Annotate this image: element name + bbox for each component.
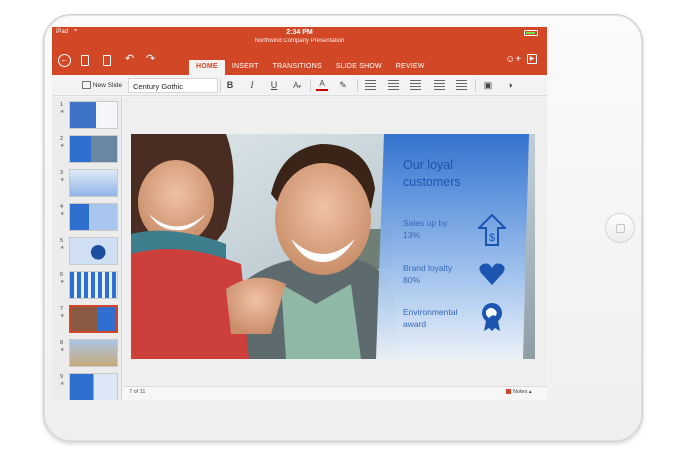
svg-text:$: $	[489, 232, 495, 244]
tab-transitions[interactable]: TRANSITIONS	[266, 60, 329, 75]
home-toolbar: New Slide Century Gothic B I U A▾ A ✎ ▣ …	[52, 75, 547, 96]
slide-canvas: Our loyal customers Sales up by 13% $ Br…	[123, 97, 547, 386]
save-icon[interactable]	[103, 55, 111, 66]
tab-home[interactable]: HOME	[189, 60, 225, 75]
slide-thumbnail[interactable]: 7 ★	[56, 305, 121, 336]
transition-star-icon: ★	[60, 347, 65, 353]
slide-title-line1: Our loyal	[403, 158, 454, 172]
notes-button[interactable]: Notes ▴	[506, 389, 532, 395]
thumbnail-image[interactable]	[69, 305, 118, 333]
transition-star-icon: ★	[60, 109, 65, 115]
slide-photo	[131, 134, 535, 359]
transition-star-icon: ★	[60, 143, 65, 149]
thumbnail-image[interactable]	[69, 373, 118, 400]
bold-button[interactable]: B	[224, 78, 236, 93]
thumbnail-image[interactable]	[69, 237, 118, 265]
tab-slide-show[interactable]: SLIDE SHOW	[329, 60, 389, 75]
notes-label: Notes	[513, 389, 528, 395]
thumbnail-number: 3	[60, 170, 64, 176]
thumbnail-image[interactable]	[69, 339, 118, 367]
home-button[interactable]	[605, 213, 635, 243]
transition-star-icon: ★	[60, 245, 65, 251]
highlight-pen-icon[interactable]: ✎	[337, 78, 349, 93]
toolbar-divider	[357, 79, 358, 92]
align-left-icon[interactable]	[365, 80, 376, 90]
stat-sales-label: Sales up by	[403, 218, 448, 228]
stage: iPad ≈ 2:34 PM Northwind Company Present…	[0, 0, 697, 461]
app-screen: iPad ≈ 2:34 PM Northwind Company Present…	[52, 27, 547, 400]
battery-icon	[524, 30, 538, 36]
thumbnail-number: 6	[60, 272, 64, 278]
new-slide-button[interactable]: New Slide	[78, 78, 126, 93]
document-title: Northwind Company Presentation	[254, 38, 345, 44]
new-slide-icon	[81, 81, 91, 90]
file-icon[interactable]	[81, 55, 89, 66]
thumbnail-number: 1	[60, 102, 64, 108]
shapes-icon[interactable]: ◑	[504, 78, 516, 93]
slide-thumbnail[interactable]: 3 ★	[56, 169, 121, 200]
tab-insert[interactable]: INSERT	[225, 60, 266, 75]
present-icon[interactable]: ▶	[527, 54, 537, 64]
ribbon-tabs: HOME INSERT TRANSITIONS SLIDE SHOW REVIE…	[189, 60, 432, 75]
transition-star-icon: ★	[60, 211, 65, 217]
clock: 2:34 PM	[286, 29, 313, 36]
dollar-up-arrow-icon: $	[478, 214, 506, 246]
toolbar-divider	[310, 79, 311, 92]
thumbnail-image[interactable]	[69, 101, 118, 129]
font-size-button[interactable]: A▾	[290, 78, 304, 93]
thumbnail-image[interactable]	[69, 169, 118, 197]
italic-button[interactable]: I	[246, 78, 258, 93]
slide-thumbnail[interactable]: 1 ★	[56, 101, 121, 132]
thumbnail-number: 4	[60, 204, 64, 210]
transition-star-icon: ★	[60, 381, 65, 387]
thumbnail-image[interactable]	[69, 135, 118, 163]
slide-thumbnail[interactable]: 9 ★	[56, 373, 121, 400]
slide-title-line2: customers	[403, 175, 461, 189]
back-button[interactable]: ←	[58, 54, 71, 67]
current-slide[interactable]: Our loyal customers Sales up by 13% $ Br…	[131, 134, 535, 359]
new-slide-label: New Slide	[92, 82, 123, 89]
share-user-icon[interactable]: ☺+	[505, 54, 521, 66]
toolbar-divider	[220, 79, 221, 92]
thumbnail-number: 7	[60, 306, 64, 312]
font-name-field[interactable]: Century Gothic	[128, 78, 218, 93]
redo-icon[interactable]: ↷	[146, 53, 155, 65]
status-bar: 7 of 11 Notes ▴	[123, 386, 547, 400]
font-color-button[interactable]: A	[316, 78, 328, 91]
increase-indent-icon[interactable]	[456, 80, 467, 90]
slide-thumbnail[interactable]: 2 ★	[56, 135, 121, 166]
slide-thumbnail-panel[interactable]: 1★2★3★4★5★6★7★8★9★10★	[52, 97, 122, 400]
transition-star-icon: ★	[60, 313, 65, 319]
slide-thumbnail[interactable]: 6 ★	[56, 271, 121, 302]
tab-review[interactable]: REVIEW	[389, 60, 432, 75]
decrease-indent-icon[interactable]	[434, 80, 445, 90]
thumbnail-image[interactable]	[69, 203, 118, 231]
transition-star-icon: ★	[60, 177, 65, 183]
arrange-icon[interactable]: ▣	[482, 78, 494, 93]
notes-icon	[506, 389, 511, 394]
transition-star-icon: ★	[60, 279, 65, 285]
stat-award-label: Environmental	[403, 307, 458, 317]
thumbnail-number: 2	[60, 136, 64, 142]
slide-thumbnail[interactable]: 5 ★	[56, 237, 121, 268]
heart-icon	[479, 263, 505, 285]
thumbnail-number: 8	[60, 340, 64, 346]
slide-thumbnail[interactable]: 4 ★	[56, 203, 121, 234]
ribbon-header: iPad ≈ 2:34 PM Northwind Company Present…	[52, 27, 547, 75]
toolbar-divider	[475, 79, 476, 92]
undo-icon[interactable]: ↶	[125, 53, 134, 65]
numbering-icon[interactable]	[410, 80, 421, 90]
bullets-icon[interactable]	[388, 80, 399, 90]
slide-count: 7 of 11	[129, 389, 146, 395]
thumbnail-number: 5	[60, 238, 64, 244]
globe-award-icon	[482, 303, 502, 331]
stat-sales-value: 13%	[403, 230, 421, 240]
stat-loyalty-label: Brand loyalty	[403, 263, 453, 273]
thumbnail-image[interactable]	[69, 271, 118, 299]
underline-button[interactable]: U	[268, 78, 280, 93]
slide-thumbnail[interactable]: 8 ★	[56, 339, 121, 370]
thumbnail-number: 9	[60, 374, 64, 380]
stat-loyalty-value: 80%	[403, 275, 421, 285]
stat-award-value: award	[403, 319, 427, 329]
